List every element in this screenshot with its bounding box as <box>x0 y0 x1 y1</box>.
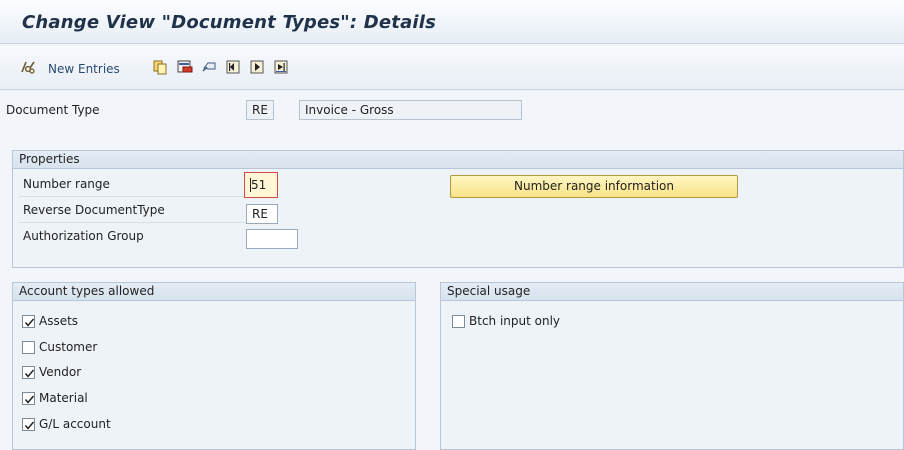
batch-input-only-checkbox[interactable]: Btch input only <box>452 313 560 329</box>
checkbox-box <box>22 314 35 328</box>
checkbox-box <box>22 417 35 431</box>
reverse-doc-type-label: Reverse DocumentType <box>23 203 165 217</box>
number-range-row: Number range <box>19 173 251 197</box>
properties-group-title: Properties <box>13 151 903 169</box>
special-usage-group-title: Special usage <box>441 283 903 301</box>
batch-input-only-label: Btch input only <box>469 314 561 328</box>
auth-group-row: Authorization Group <box>19 225 251 249</box>
document-type-label: Document Type <box>6 103 100 117</box>
properties-group: Properties Number range Reverse Document… <box>12 150 904 268</box>
checkbox-box <box>22 391 35 405</box>
customer-label: Customer <box>39 340 98 354</box>
reverse-doc-type-row: Reverse DocumentType <box>19 199 251 223</box>
auth-group-label: Authorization Group <box>23 229 144 243</box>
number-range-value: 51 <box>251 178 267 192</box>
new-entries-label: New Entries <box>48 61 120 76</box>
new-entries-button[interactable]: New Entries <box>20 59 120 78</box>
number-range-information-button[interactable]: Number range information <box>450 175 738 198</box>
material-checkbox[interactable]: Material <box>22 390 88 406</box>
page-title: Change View "Document Types": Details <box>22 12 437 33</box>
customer-checkbox[interactable]: Customer <box>22 339 97 355</box>
number-range-input[interactable]: 51 <box>244 172 278 198</box>
last-entry-icon[interactable] <box>273 59 289 75</box>
document-type-field: RE <box>246 100 274 120</box>
glasses-icon <box>20 59 36 78</box>
document-type-description-field: Invoice - Gross <box>299 100 522 120</box>
number-range-label: Number range <box>23 177 110 191</box>
application-toolbar: New Entries <box>0 46 904 90</box>
title-bar: Change View "Document Types": Details <box>0 0 904 44</box>
reverse-doc-type-input[interactable]: RE <box>246 204 278 224</box>
assets-checkbox[interactable]: Assets <box>22 313 78 329</box>
assets-label: Assets <box>39 314 79 328</box>
material-label: Material <box>39 391 88 405</box>
undo-icon[interactable] <box>201 59 217 75</box>
delete-icon[interactable] <box>177 59 193 75</box>
vendor-checkbox[interactable]: Vendor <box>22 364 81 380</box>
copy-icon[interactable] <box>152 59 168 75</box>
checkbox-box <box>452 314 465 328</box>
authorization-group-input[interactable] <box>246 229 298 249</box>
checkbox-box <box>22 365 35 379</box>
first-entry-icon[interactable] <box>225 59 241 75</box>
vendor-label: Vendor <box>39 365 82 379</box>
document-type-row: Document Type RE Invoice - Gross <box>0 91 904 129</box>
gl-account-label: G/L account <box>39 417 111 431</box>
checkbox-box <box>22 340 35 354</box>
gl-account-checkbox[interactable]: G/L account <box>22 416 111 432</box>
next-entry-icon[interactable] <box>249 59 265 75</box>
account-types-group-title: Account types allowed <box>13 283 415 301</box>
special-usage-group: Special usage <box>440 282 904 450</box>
